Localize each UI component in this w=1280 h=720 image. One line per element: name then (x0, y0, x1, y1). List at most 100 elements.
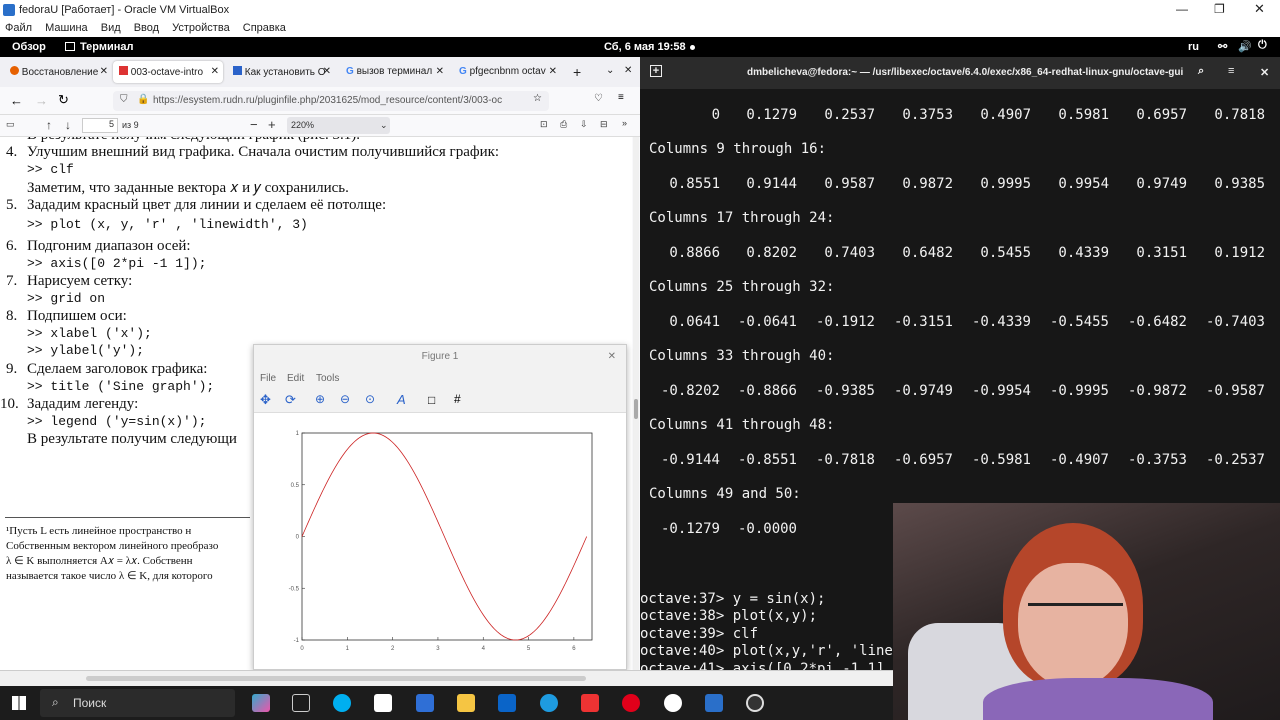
close-button[interactable]: ✕ (1254, 1, 1265, 17)
values-row: -0.9144 -0.8551 -0.7818 -0.6957 -0.5981 -0.49… (640, 452, 1270, 470)
menu-file[interactable]: Файл (5, 22, 32, 34)
volume-icon[interactable]: 🔊 (1238, 40, 1252, 53)
power-icon[interactable]: ⏻ (1258, 39, 1267, 52)
zoom-out-icon[interactable]: − (250, 117, 258, 132)
network-icon[interactable]: ⚯ (1218, 40, 1227, 53)
new-tab-icon[interactable]: + (650, 65, 662, 77)
value-cell: 0 (711, 107, 720, 123)
mail-icon[interactable] (498, 694, 516, 712)
scrollbar[interactable] (633, 137, 639, 670)
columns-header: Columns 25 through 32: (649, 279, 835, 295)
tab-list-icon[interactable]: ⌄ (606, 65, 614, 76)
close-window-button[interactable]: ✕ (624, 65, 632, 76)
maximize-button[interactable]: ❐ (1214, 2, 1225, 16)
app-menu[interactable]: Терминал (80, 41, 134, 53)
windows-start-icon[interactable] (12, 696, 26, 710)
menu-icon[interactable]: ≡ (618, 92, 624, 103)
close-icon[interactable]: ✕ (1260, 66, 1269, 79)
tab-octave-intro[interactable]: 003-octave-intro ✕ (113, 61, 223, 83)
tools-icon[interactable]: » (622, 118, 627, 128)
figure-menu-tools[interactable]: Tools (316, 373, 339, 384)
text-tool-icon[interactable]: A (397, 392, 406, 407)
new-tab-button[interactable]: + (573, 64, 581, 80)
grid-toggle-icon[interactable]: # (454, 392, 461, 406)
tab-terminal-call[interactable]: G вызов терминал ✕ (340, 61, 448, 83)
menu-machine[interactable]: Машина (45, 22, 88, 34)
back-icon[interactable]: ← (10, 93, 23, 108)
zoom-reset-icon[interactable]: ⊙ (365, 392, 375, 406)
prev-page-icon[interactable]: ↑ (46, 118, 52, 132)
footnote-line: называется такое число λ ∈ K, для которо… (6, 570, 213, 582)
task-view-icon[interactable] (292, 694, 310, 712)
yandex-icon[interactable] (581, 694, 599, 712)
code-line: >> grid on (27, 291, 106, 306)
rotate-icon[interactable]: ⟳ (285, 392, 296, 408)
url-bar[interactable]: ⛉ 🔒 https://esystem.rudn.ru/pluginfile.p… (113, 91, 549, 111)
value-cell: -0.9144 (660, 452, 720, 468)
chevron-down-icon: ⌄ (380, 120, 388, 130)
close-icon[interactable]: ✕ (608, 345, 616, 369)
search-icon[interactable]: ⌕ (1198, 65, 1204, 78)
value-cell: 0.9872 (902, 176, 953, 192)
present-icon[interactable]: ⊡ (540, 119, 548, 130)
reload-icon[interactable]: ↻ (58, 92, 69, 108)
figure-menu-file[interactable]: File (260, 373, 276, 384)
zoom-in-icon[interactable]: ⊕ (315, 392, 325, 406)
close-tab-icon[interactable]: ✕ (100, 66, 108, 77)
x-tick-label: 0 (300, 646, 304, 652)
clock[interactable]: Сб, 6 мая 19:58 (604, 41, 686, 53)
text-line: Заметим, что заданные вектора 𝑥 и 𝑦 сохр… (27, 180, 349, 196)
sidebar-toggle-icon[interactable]: ▭ (6, 119, 15, 130)
pocket-icon[interactable]: ♡ (594, 93, 603, 104)
menu-help[interactable]: Справка (243, 22, 286, 34)
pdf-toolbar: ▭ ↑ ↓ 5 из 9 − + 220% ⌄ ⊡ ⎙ ⇩ ⊟ » (0, 115, 640, 137)
close-tab-icon[interactable]: ✕ (323, 66, 331, 77)
pan-icon[interactable]: ✥ (260, 392, 271, 408)
zoom-select[interactable]: 220% (287, 117, 390, 134)
print-icon[interactable]: ⎙ (560, 119, 567, 130)
tab-search-octave[interactable]: G pfgecnbnm octav ✕ (453, 61, 561, 83)
page-number-input[interactable]: 5 (82, 118, 118, 133)
copilot-icon[interactable] (252, 694, 270, 712)
save-icon[interactable]: ⇩ (580, 119, 588, 130)
bookmark-icon[interactable]: ⊟ (600, 119, 608, 130)
obs-icon[interactable] (746, 694, 764, 712)
skype-icon[interactable] (333, 694, 351, 712)
virtualbox-status-bar (0, 670, 893, 686)
bookmark-star-icon[interactable]: ☆ (533, 93, 542, 104)
tab-restore[interactable]: Восстановление ✕ (4, 61, 112, 83)
zoom-out-icon[interactable]: ⊖ (340, 392, 350, 406)
close-tab-icon[interactable]: ✕ (549, 66, 557, 77)
code-line: >> ylabel('y'); (27, 343, 145, 358)
next-page-icon[interactable]: ↓ (65, 118, 71, 132)
close-tab-icon[interactable]: ✕ (436, 66, 444, 77)
x-tick-label: 1 (346, 646, 350, 652)
figure-menu-edit[interactable]: Edit (287, 373, 304, 384)
close-tab-icon[interactable]: ✕ (211, 66, 219, 77)
url-text: https://esystem.rudn.ru/pluginfile.php/2… (153, 95, 503, 106)
opera-icon[interactable] (622, 694, 640, 712)
virtualbox-taskbar-icon[interactable] (705, 694, 723, 712)
text-line: Нарисуем сетку: (27, 273, 133, 289)
hamburger-menu-icon[interactable]: ≡ (1228, 65, 1234, 77)
explorer-icon[interactable] (457, 694, 475, 712)
forward-icon[interactable]: → (35, 93, 48, 108)
axes-toggle-icon[interactable]: □ (428, 393, 435, 407)
values-row: 0.0641 -0.0641 -0.1912 -0.3151 -0.4339 -0.545… (640, 314, 1270, 332)
terminal-app-icon (65, 42, 75, 51)
zoom-in-icon[interactable]: + (268, 117, 276, 132)
x-tick-label: 6 (572, 646, 576, 652)
menu-input[interactable]: Ввод (134, 22, 159, 34)
yandex-browser-icon[interactable] (664, 694, 682, 712)
value-cell: 0.3151 (1136, 245, 1187, 261)
store-icon[interactable] (416, 694, 434, 712)
activities-button[interactable]: Обзор (12, 41, 46, 53)
security-icon[interactable] (374, 694, 392, 712)
search-box[interactable]: ⌕ Поиск (40, 689, 235, 717)
menu-devices[interactable]: Устройства (172, 22, 230, 34)
keyboard-layout[interactable]: ru (1188, 41, 1199, 53)
tab-install-octave[interactable]: Как установить О ✕ (227, 61, 335, 83)
menu-view[interactable]: Вид (101, 22, 121, 34)
edge-icon[interactable] (540, 694, 558, 712)
minimize-button[interactable]: — (1176, 2, 1188, 16)
